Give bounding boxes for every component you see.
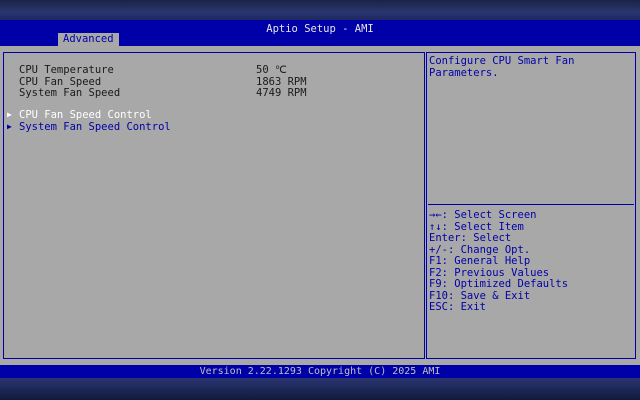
- footer-bar: Version 2.22.1293 Copyright (C) 2025 AMI: [0, 365, 640, 378]
- menu-item-system-fan-speed-control[interactable]: ▶ System Fan Speed Control: [7, 121, 171, 133]
- help-pane: Configure CPU Smart Fan Parameters. →←: …: [426, 52, 636, 359]
- key-legend-item: F9: Optimized Defaults: [429, 278, 569, 290]
- menu-item-label: System Fan Speed Control: [19, 120, 171, 133]
- info-row-cpu-fan-speed: CPU Fan Speed 1863 RPM: [19, 76, 319, 88]
- info-label: System Fan Speed: [19, 87, 121, 99]
- menu-item-cpu-fan-speed-control[interactable]: ▶ CPU Fan Speed Control: [7, 109, 152, 121]
- help-text: Configure CPU Smart Fan Parameters.: [429, 55, 575, 79]
- info-row-cpu-temperature: CPU Temperature 50 ℃: [19, 64, 319, 76]
- main-panel: CPU Temperature 50 ℃ CPU Fan Speed 1863 …: [0, 46, 640, 365]
- key-legend-item: F1: General Help: [429, 255, 531, 267]
- triangle-right-icon: ▶: [7, 110, 12, 119]
- tab-advanced[interactable]: Advanced: [58, 33, 119, 46]
- key-legend-item: ESC: Exit: [429, 301, 486, 313]
- info-row-system-fan-speed: System Fan Speed 4749 RPM: [19, 87, 319, 99]
- menu-item-label: CPU Fan Speed Control: [19, 109, 152, 121]
- key-legend: →←: Select Screen ↑↓: Select Item Enter:…: [429, 209, 569, 314]
- header-bar: Aptio Setup - AMI Advanced: [0, 20, 640, 46]
- info-label: CPU Temperature: [19, 64, 114, 76]
- settings-pane: CPU Temperature 50 ℃ CPU Fan Speed 1863 …: [3, 52, 425, 359]
- monitor-bottom-bezel: [0, 378, 640, 400]
- help-divider: [428, 204, 634, 205]
- version-text: Version 2.22.1293 Copyright (C) 2025 AMI: [199, 366, 441, 377]
- info-label: CPU Fan Speed: [19, 75, 102, 88]
- info-value: 50 ℃: [256, 64, 287, 76]
- info-value: 1863 RPM: [256, 75, 307, 88]
- key-legend-item: Enter: Select: [429, 232, 512, 244]
- monitor-top-bezel: [0, 0, 640, 20]
- triangle-right-icon: ▶: [7, 121, 12, 131]
- info-value: 4749 RPM: [256, 87, 307, 99]
- key-legend-item: →←: Select Screen: [429, 209, 537, 221]
